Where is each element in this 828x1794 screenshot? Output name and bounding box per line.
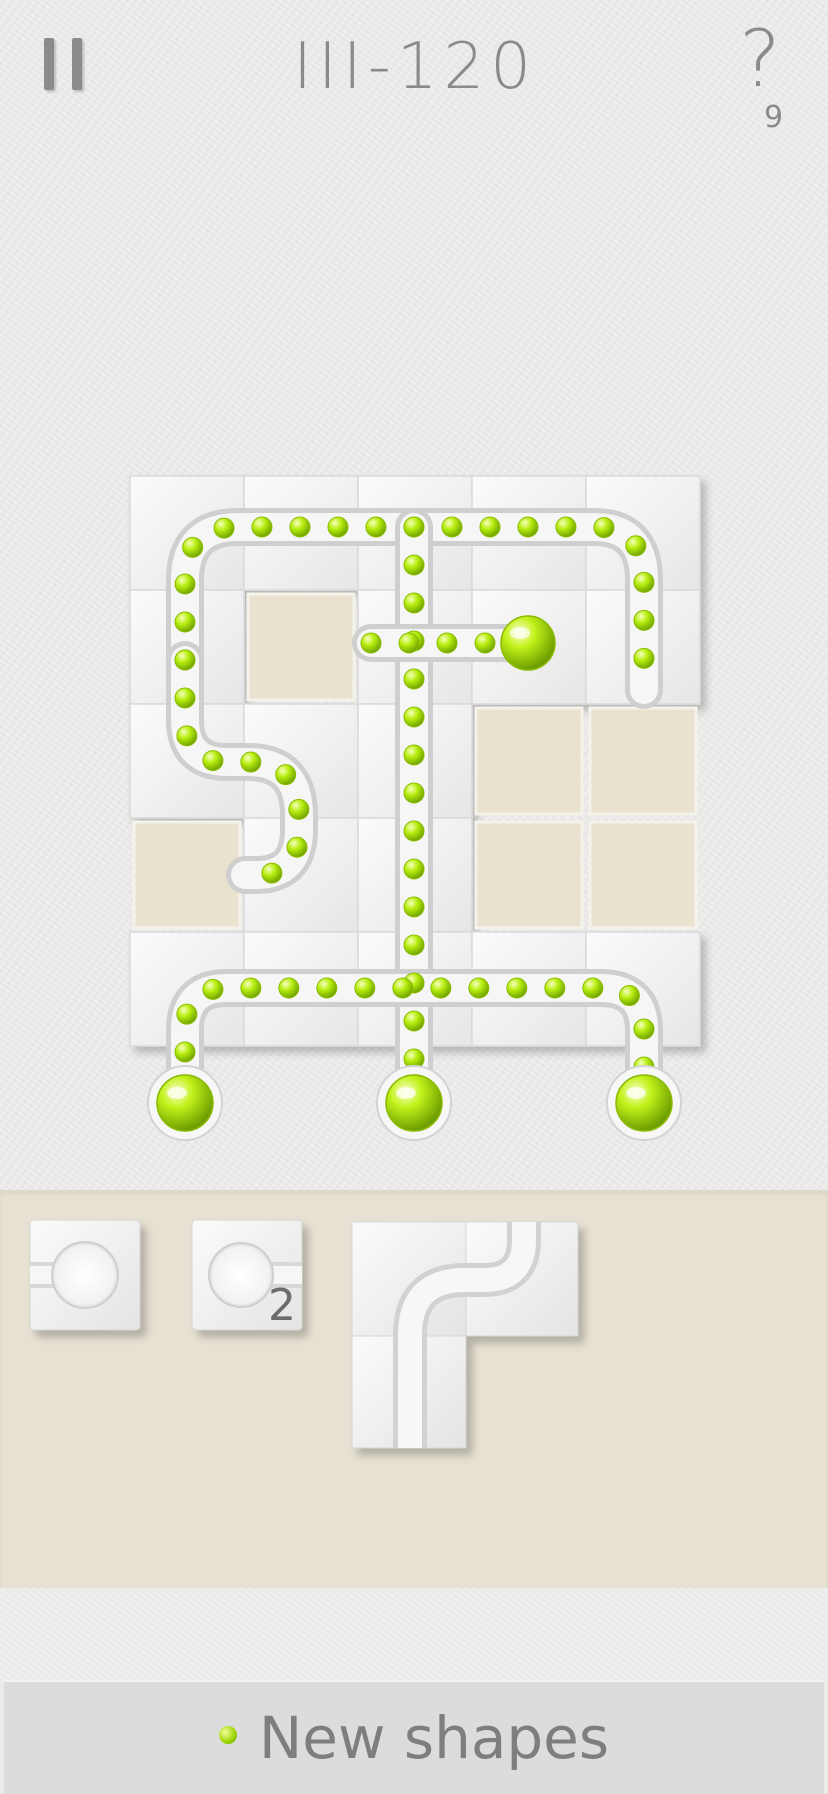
green-ball	[385, 1074, 443, 1132]
bead	[398, 632, 420, 654]
ball-highlight	[396, 1087, 416, 1099]
bead	[625, 535, 647, 557]
bead	[174, 1041, 196, 1063]
bead	[593, 517, 615, 539]
bead	[403, 896, 425, 918]
ball-highlight	[167, 1087, 187, 1099]
bead	[403, 820, 425, 842]
bead	[403, 592, 425, 614]
bead	[288, 798, 310, 820]
bead	[441, 516, 463, 538]
bead	[468, 977, 490, 999]
new-shapes-button[interactable]: New shapes	[4, 1682, 824, 1794]
bead	[213, 517, 235, 539]
bead	[506, 977, 528, 999]
bead	[582, 977, 604, 999]
bead	[275, 764, 297, 786]
piece-count: 2	[268, 1280, 296, 1331]
bead	[182, 536, 204, 558]
bead	[403, 668, 425, 690]
bead	[176, 725, 198, 747]
new-shapes-bar[interactable]: New shapes	[4, 1680, 824, 1794]
bead	[403, 858, 425, 880]
bead	[174, 573, 196, 595]
bead	[240, 751, 262, 773]
ball-highlight	[510, 627, 530, 639]
bead	[251, 516, 273, 538]
bead	[633, 647, 655, 669]
bead	[403, 554, 425, 576]
bead	[618, 985, 640, 1007]
tray-piece-curve-l[interactable]	[351, 1221, 579, 1449]
game-board[interactable]	[0, 0, 828, 1190]
bead	[392, 977, 414, 999]
bead	[633, 571, 655, 593]
green-ball	[156, 1074, 214, 1132]
paper-strip	[0, 1588, 828, 1680]
bead	[403, 706, 425, 728]
bead	[316, 977, 338, 999]
bead	[479, 516, 501, 538]
bead	[544, 977, 566, 999]
bead	[278, 977, 300, 999]
ball-highlight	[626, 1087, 646, 1099]
bead	[365, 516, 387, 538]
bead	[430, 977, 452, 999]
empty-slot	[588, 706, 698, 816]
empty-slot	[588, 820, 698, 930]
bead	[403, 782, 425, 804]
bead	[261, 862, 283, 884]
tray-piece-endcap-left[interactable]	[29, 1219, 141, 1331]
new-shapes-label: New shapes	[258, 1704, 610, 1772]
green-ball	[615, 1074, 673, 1132]
bead	[633, 1018, 655, 1040]
bead	[555, 516, 577, 538]
tray-pieces	[29, 1219, 579, 1449]
bead	[403, 744, 425, 766]
empty-slot	[474, 706, 584, 816]
bead	[360, 632, 382, 654]
bead	[202, 978, 224, 1000]
bead	[202, 750, 224, 772]
empty-slot	[474, 820, 584, 930]
empty-slot	[132, 820, 242, 930]
bead	[436, 632, 458, 654]
bead	[403, 516, 425, 538]
bead	[517, 516, 539, 538]
bead	[286, 836, 308, 858]
bead	[474, 632, 496, 654]
bead	[174, 687, 196, 709]
bead	[240, 977, 262, 999]
bead	[176, 1003, 198, 1025]
bead	[289, 516, 311, 538]
bead	[633, 609, 655, 631]
bead	[174, 611, 196, 633]
green-ball	[500, 615, 556, 671]
bead	[327, 516, 349, 538]
bead	[354, 977, 376, 999]
green-dot-icon	[218, 1726, 237, 1744]
empty-slot	[246, 592, 356, 702]
bead	[174, 649, 196, 671]
bead	[403, 1010, 425, 1032]
bead	[403, 934, 425, 956]
